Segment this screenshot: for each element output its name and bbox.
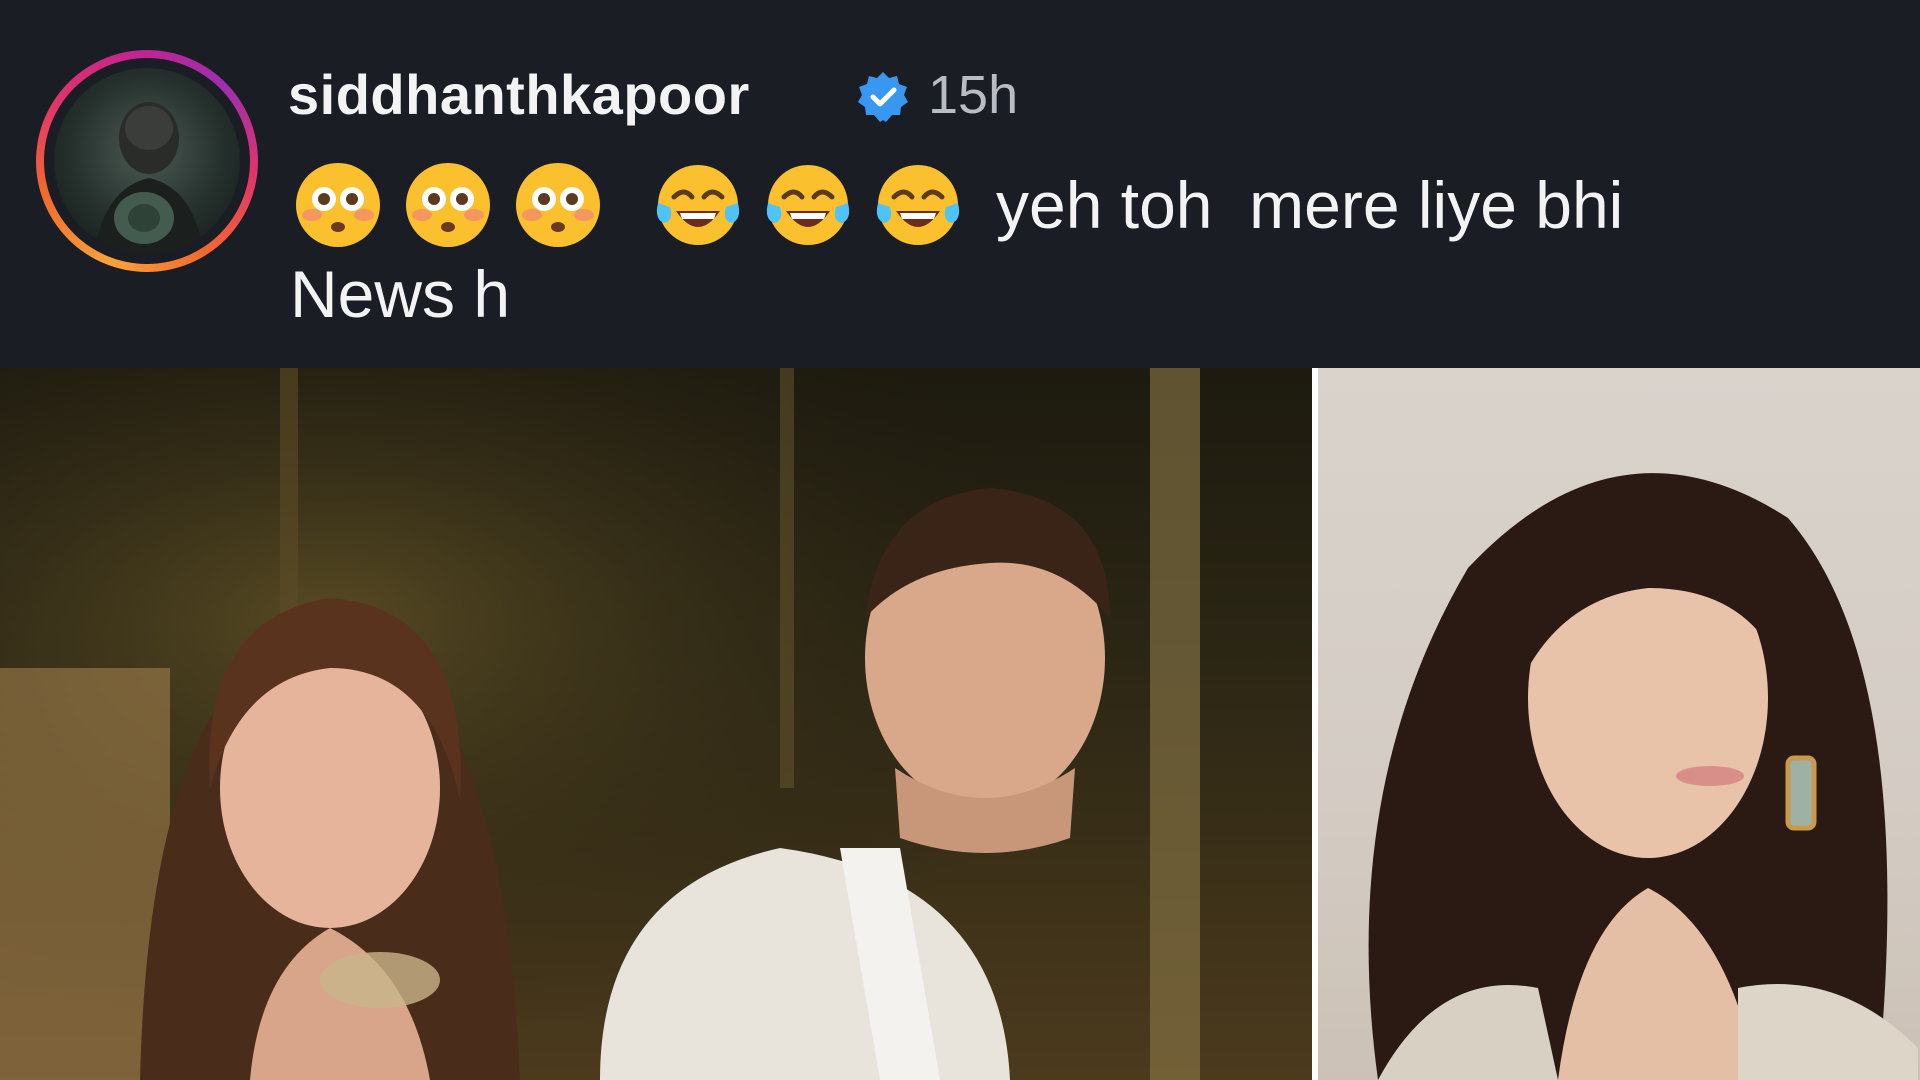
comment-panel: siddhanthkapoor 15h yeh toh mere liye bh… — [0, 0, 1920, 368]
couple-photo — [0, 368, 1318, 1080]
tears-of-joy-icon — [876, 165, 960, 245]
timestamp: 15h — [928, 65, 1019, 125]
portrait-photo — [1318, 368, 1920, 1080]
flushed-face-icon — [296, 163, 380, 247]
avatar[interactable] — [54, 68, 240, 254]
portrait-photo-illustration — [1368, 473, 1918, 1080]
couple-photo-illustration — [0, 368, 1318, 1080]
tears-of-joy-icon — [656, 165, 740, 245]
username[interactable]: siddhanthkapoor — [288, 62, 750, 127]
comment-text-line1: yeh toh mere liye bhi — [292, 163, 1624, 247]
avatar-image — [94, 102, 204, 254]
flushed-face-icon — [516, 163, 600, 247]
tears-of-joy-icon — [766, 165, 850, 245]
comment-text-line2: News h — [290, 257, 511, 331]
flushed-face-icon — [406, 163, 490, 247]
comment-text: yeh toh mere liye bhi — [996, 168, 1624, 242]
verified-badge-icon — [858, 72, 908, 122]
story-ring[interactable] — [36, 50, 258, 272]
